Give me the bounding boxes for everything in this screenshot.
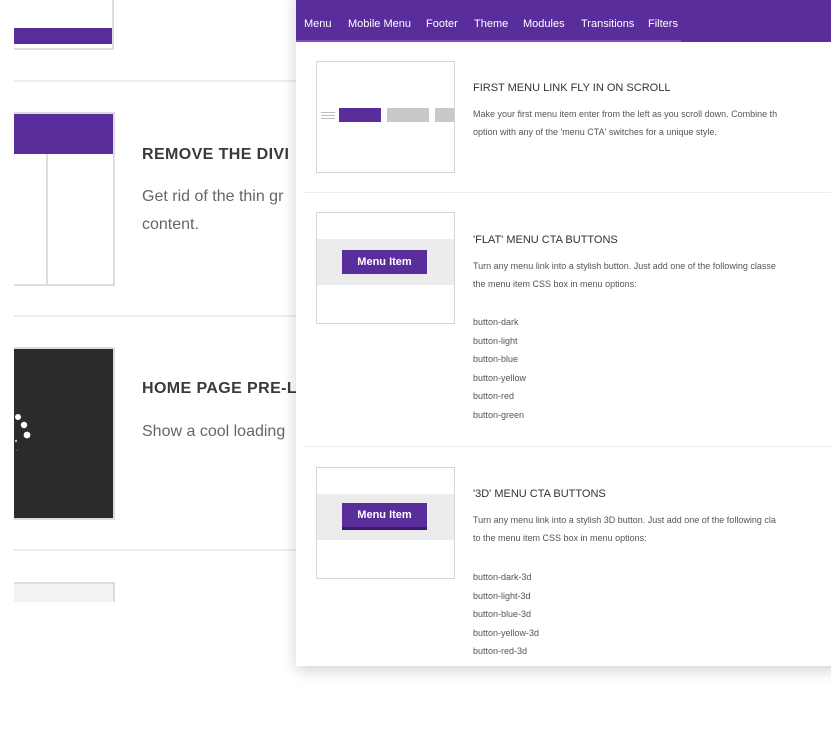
class-name: button-yellow-3d <box>473 627 540 638</box>
class-name: button-green <box>473 409 525 420</box>
flat-button-preview: Menu Item <box>316 212 455 324</box>
section-description-line: Show a cool loading <box>142 423 286 440</box>
loading-dots-icon <box>14 414 31 451</box>
tile-column-line <box>46 154 48 284</box>
class-name: button-blue <box>473 354 519 364</box>
class-name: button-red <box>473 391 515 401</box>
tab-bar: Menu Mobile Menu Footer Theme Modules Tr… <box>296 0 831 42</box>
option-description-line: to the menu item CSS box in menu options… <box>473 533 647 543</box>
option-title: 'FLAT' MENU CTA BUTTONS <box>473 234 618 246</box>
class-name: button-red-3d <box>473 646 528 656</box>
page: REMOVE THE DIVI Get rid of the thin gr c… <box>0 0 831 734</box>
tile-accent-bar <box>14 28 112 44</box>
3d-button-preview: Menu Item <box>316 467 455 579</box>
class-list: button-dark button-light button-blue but… <box>473 313 526 424</box>
section-title: HOME PAGE PRE-L <box>142 380 298 397</box>
tab-underline <box>296 40 681 42</box>
option-divider <box>304 192 831 193</box>
class-name: button-blue-3d <box>473 609 532 619</box>
class-name: button-yellow <box>473 372 527 383</box>
preview-menu-item <box>435 108 454 122</box>
preview-menu-button: Menu Item <box>342 503 427 527</box>
option-description: Turn any menu link into a stylish 3D but… <box>473 511 831 547</box>
tile-header-bar <box>14 114 113 154</box>
preview-menu-button: Menu Item <box>342 250 427 274</box>
class-list: button-dark-3d button-light-3d button-bl… <box>473 568 539 661</box>
option-title: FIRST MENU LINK FLY IN ON SCROLL <box>473 82 671 94</box>
option-description-line: Turn any menu link into a stylish button… <box>473 261 776 271</box>
section-description-line: Get rid of the thin gr <box>142 188 284 205</box>
option-title: '3D' MENU CTA BUTTONS <box>473 488 606 500</box>
option-description-line: Make your first menu item enter from the… <box>473 109 778 119</box>
class-name: button-dark <box>473 317 519 327</box>
tile-partial-top <box>14 0 114 50</box>
class-name: button-light-3d <box>473 590 531 601</box>
preview-lines-icon <box>321 112 335 113</box>
tab-transitions[interactable]: Transitions <box>581 18 634 30</box>
tile-partial-bottom <box>14 582 115 602</box>
tab-modules[interactable]: Modules <box>523 18 565 30</box>
section-description: Show a cool loading <box>142 418 285 446</box>
option-description-line: option with any of the 'menu CTA' switch… <box>473 127 717 137</box>
section-title: REMOVE THE DIVI <box>142 146 290 163</box>
fly-in-preview <box>316 61 455 173</box>
settings-panel: Menu Mobile Menu Footer Theme Modules Tr… <box>296 0 831 666</box>
class-name: button-dark-3d <box>473 572 532 582</box>
section-description: Get rid of the thin gr content. <box>142 183 283 239</box>
preview-menu-item <box>387 108 429 122</box>
tab-menu[interactable]: Menu <box>304 18 332 30</box>
option-description: Turn any menu link into a stylish button… <box>473 257 831 293</box>
tab-theme[interactable]: Theme <box>474 18 508 30</box>
tile-remove-divider-preview <box>14 112 115 286</box>
option-description-line: Turn any menu link into a stylish 3D but… <box>473 515 776 525</box>
option-divider <box>304 446 831 447</box>
section-description-line: content. <box>142 216 199 233</box>
tab-mobile-menu[interactable]: Mobile Menu <box>348 18 411 30</box>
class-name: button-light <box>473 335 518 346</box>
tab-footer[interactable]: Footer <box>426 18 458 30</box>
preview-menu-item-active <box>339 108 381 122</box>
tile-preloader-preview <box>14 347 115 520</box>
option-description-line: the menu item CSS box in menu options: <box>473 279 637 289</box>
tab-filters[interactable]: Filters <box>648 18 678 30</box>
option-description: Make your first menu item enter from the… <box>473 105 831 141</box>
